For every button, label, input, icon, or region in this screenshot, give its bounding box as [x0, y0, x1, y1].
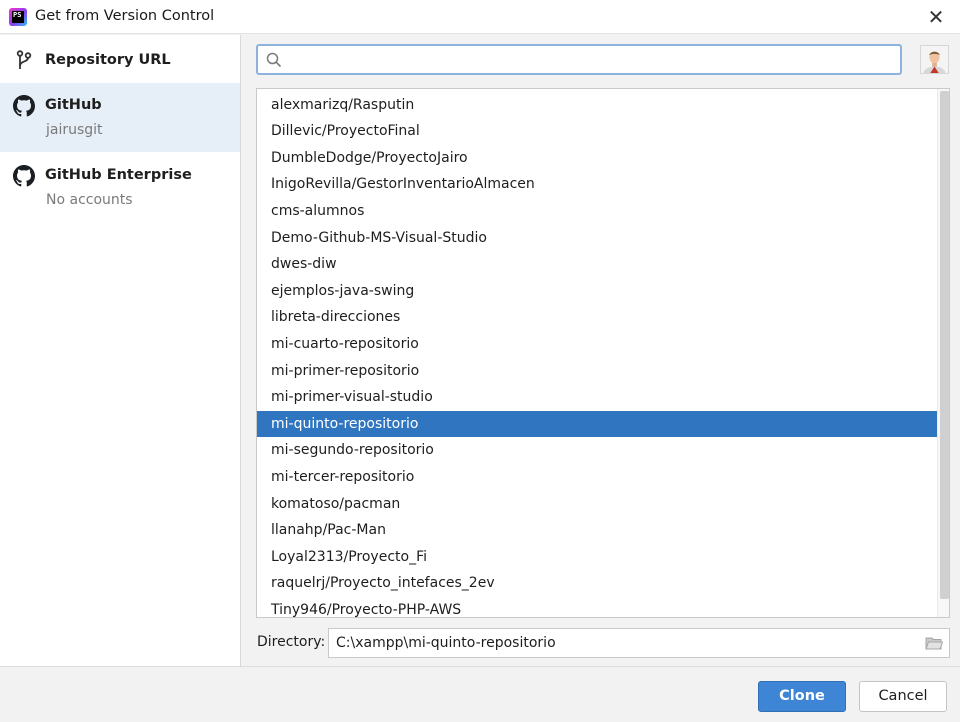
app-icon-text: PS: [12, 11, 24, 23]
github-account-name: jairusgit: [46, 122, 103, 138]
repository-list-item[interactable]: mi-segundo-repositorio: [257, 437, 937, 464]
window-title: Get from Version Control: [35, 8, 215, 24]
repository-list-item[interactable]: raquelrj/Proyecto_intefaces_2ev: [257, 570, 937, 597]
enterprise-accounts-status: No accounts: [46, 192, 133, 208]
repository-search-box[interactable]: [256, 44, 902, 75]
repository-list-item[interactable]: komatoso/pacman: [257, 491, 937, 518]
repository-list-scrollbar[interactable]: [937, 89, 949, 617]
repository-list-item[interactable]: Demo-Github-MS-Visual-Studio: [257, 225, 937, 252]
cancel-button[interactable]: Cancel: [859, 681, 947, 712]
repository-list[interactable]: alexmarizq/Rasputin Dillevic/ProyectoFina…: [256, 88, 950, 618]
sidebar-item-label: GitHub Enterprise: [45, 167, 192, 183]
repository-list-item[interactable]: mi-primer-repositorio: [257, 358, 937, 385]
repository-list-item[interactable]: alexmarizq/Rasputin: [257, 92, 937, 119]
repository-list-item[interactable]: llanahp/Pac-Man: [257, 517, 937, 544]
search-input[interactable]: [288, 49, 888, 71]
repository-list-item[interactable]: Loyal2313/Proyecto_Fi: [257, 544, 937, 571]
close-icon: ✕: [927, 5, 945, 29]
source-sidebar: Repository URL GitHub jairusgit GitHub E…: [0, 35, 241, 666]
close-window-button[interactable]: ✕: [917, 0, 955, 34]
scrollbar-thumb[interactable]: [940, 91, 949, 599]
sidebar-item-label: Repository URL: [45, 52, 171, 68]
title-bar: PS Get from Version Control ✕: [0, 0, 960, 34]
footer-divider: [0, 666, 960, 667]
repository-list-item[interactable]: ejemplos-java-swing: [257, 278, 937, 305]
sidebar-item-github[interactable]: GitHub jairusgit: [0, 83, 240, 152]
directory-field[interactable]: [328, 628, 950, 658]
repository-list-item[interactable]: InigoRevilla/GestorInventarioAlmacen: [257, 171, 937, 198]
repository-list-item[interactable]: mi-primer-visual-studio: [257, 384, 937, 411]
repository-list-item[interactable]: mi-quinto-repositorio: [257, 410, 937, 438]
directory-label: Directory:: [257, 634, 326, 650]
browse-folder-icon[interactable]: [925, 635, 943, 651]
sidebar-item-github-enterprise[interactable]: GitHub Enterprise No accounts: [0, 153, 240, 221]
repository-list-item[interactable]: DumbleDodge/ProyectoJairo: [257, 145, 937, 172]
repository-list-item[interactable]: dwes-diw: [257, 251, 937, 278]
phpstorm-app-icon: PS: [9, 8, 27, 26]
branch-icon: [16, 50, 32, 69]
sidebar-item-label: GitHub: [45, 97, 102, 113]
github-icon: [13, 165, 35, 187]
repository-list-item[interactable]: mi-tercer-repositorio: [257, 464, 937, 491]
directory-input[interactable]: [336, 633, 916, 653]
clone-button[interactable]: Clone: [758, 681, 846, 712]
repository-list-item[interactable]: libreta-direcciones: [257, 304, 937, 331]
repository-list-item[interactable]: cms-alumnos: [257, 198, 937, 225]
github-icon: [13, 95, 35, 117]
repository-list-item[interactable]: Tiny946/Proyecto-PHP-AWS: [257, 597, 937, 617]
github-account-avatar[interactable]: [920, 45, 949, 74]
user-avatar-icon: [921, 46, 948, 73]
repository-list-item[interactable]: Dillevic/ProyectoFinal: [257, 118, 937, 145]
repository-list-item[interactable]: mi-cuarto-repositorio: [257, 331, 937, 358]
search-icon: [266, 52, 282, 68]
